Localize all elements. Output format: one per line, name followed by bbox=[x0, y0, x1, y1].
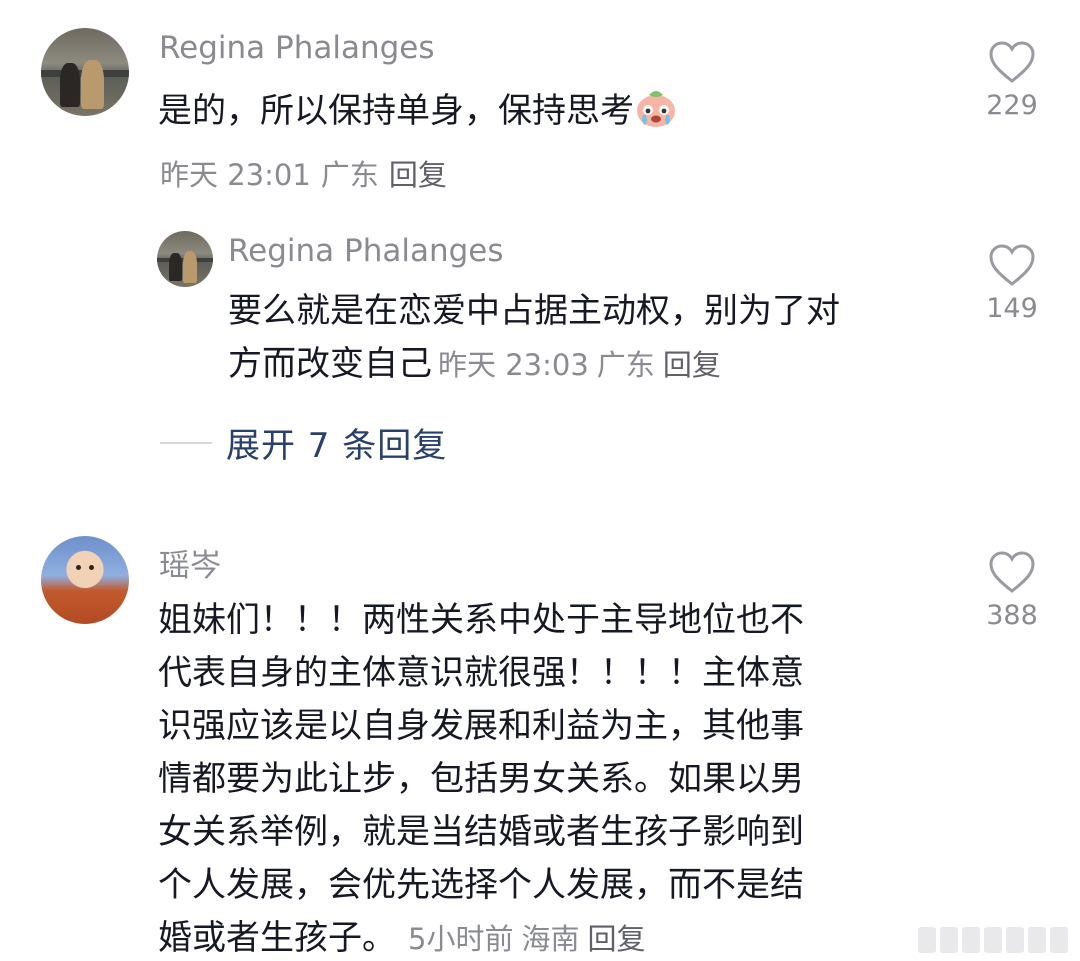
watermark bbox=[918, 927, 1068, 953]
like-count: 149 bbox=[986, 293, 1038, 324]
reply-text-line: 要么就是在恋爱中占据主动权，别为了对 bbox=[228, 291, 840, 331]
reply-text-line-2: 方而改变自己 昨天 23:03 广东 回复 bbox=[228, 338, 948, 392]
comment-time: 5小时前 bbox=[408, 922, 514, 956]
comment-text-line: 识强应该是以自身发展和利益为主，其他事 bbox=[158, 706, 804, 746]
avatar-detail bbox=[60, 63, 80, 108]
avatar-detail bbox=[182, 251, 198, 283]
avatar-detail bbox=[169, 253, 182, 282]
avatar-detail bbox=[76, 565, 82, 571]
comment-username[interactable]: 瑶岑 bbox=[159, 540, 221, 585]
watermark-block bbox=[1050, 927, 1068, 953]
comment-meta: 5小时前 海南 回复 bbox=[408, 922, 653, 956]
reply-location: 广东 bbox=[596, 348, 655, 382]
like-count: 388 bbox=[986, 600, 1038, 631]
comment-text-line: 婚或者生孩子。 bbox=[158, 918, 396, 958]
heart-icon[interactable] bbox=[988, 40, 1036, 84]
expand-replies-label[interactable]: 展开 7 条回复 bbox=[226, 418, 447, 467]
watermark-block bbox=[1006, 927, 1024, 953]
comment-username[interactable]: Regina Phalanges bbox=[159, 30, 435, 66]
comment-text-line: 女关系举例，就是当结婚或者生孩子影响到 bbox=[158, 812, 804, 852]
avatar[interactable] bbox=[41, 536, 129, 624]
like-button[interactable]: 229 bbox=[977, 40, 1047, 121]
reply-username[interactable]: Regina Phalanges bbox=[228, 233, 504, 269]
reply-button[interactable]: 回复 bbox=[389, 158, 447, 192]
reply-time: 昨天 23:03 bbox=[438, 348, 589, 382]
comment-text: 是的，所以保持单身，保持思考 bbox=[158, 85, 678, 138]
like-button[interactable]: 149 bbox=[977, 243, 1047, 324]
comment-text-line: 姐妹们！！！两性关系中处于主导地位也不 bbox=[158, 600, 804, 640]
avatar-detail bbox=[88, 565, 94, 571]
watermark-block bbox=[918, 927, 936, 953]
comment-text-line: 个人发展，会优先选择个人发展，而不是结 bbox=[158, 865, 804, 905]
avatar[interactable] bbox=[41, 28, 129, 116]
comment-time: 昨天 23:01 bbox=[160, 158, 311, 192]
watermark-block bbox=[984, 927, 1002, 953]
divider-line bbox=[160, 441, 212, 444]
reply-button[interactable]: 回复 bbox=[663, 348, 721, 382]
comment-text-content: 是的，所以保持单身，保持思考 bbox=[158, 91, 634, 131]
comment-text-last-line: 婚或者生孩子。 5小时前 海南 回复 bbox=[158, 912, 948, 961]
avatar-detail bbox=[81, 59, 105, 109]
heart-icon[interactable] bbox=[988, 243, 1036, 287]
crying-face-emoji-icon bbox=[634, 86, 678, 130]
expand-replies-button[interactable]: 展开 7 条回复 bbox=[160, 418, 447, 467]
comment-location: 海南 bbox=[521, 922, 580, 956]
reply-avatar[interactable] bbox=[157, 231, 213, 287]
like-button[interactable]: 388 bbox=[977, 550, 1047, 631]
like-count: 229 bbox=[986, 90, 1038, 121]
reply-meta: 昨天 23:03 广东 回复 bbox=[438, 348, 729, 382]
reply-text: 要么就是在恋爱中占据主动权，别为了对 方而改变自己 昨天 23:03 广东 回复 bbox=[228, 285, 948, 392]
watermark-block bbox=[940, 927, 958, 953]
reply-button[interactable]: 回复 bbox=[587, 922, 645, 956]
heart-icon[interactable] bbox=[988, 550, 1036, 594]
comment-meta: 昨天 23:01 广东 回复 bbox=[160, 152, 457, 194]
comment-text: 姐妹们！！！两性关系中处于主导地位也不 代表自身的主体意识就很强！！！！主体意 … bbox=[158, 594, 948, 961]
reply-text-line: 方而改变自己 bbox=[228, 344, 432, 384]
watermark-block bbox=[962, 927, 980, 953]
comment-location: 广东 bbox=[320, 158, 379, 192]
watermark-block bbox=[1028, 927, 1046, 953]
comment-text-line: 情都要为此让步，包括男女关系。如果以男 bbox=[158, 759, 804, 799]
comment-text-line: 代表自身的主体意识就很强！！！！主体意 bbox=[158, 653, 804, 693]
